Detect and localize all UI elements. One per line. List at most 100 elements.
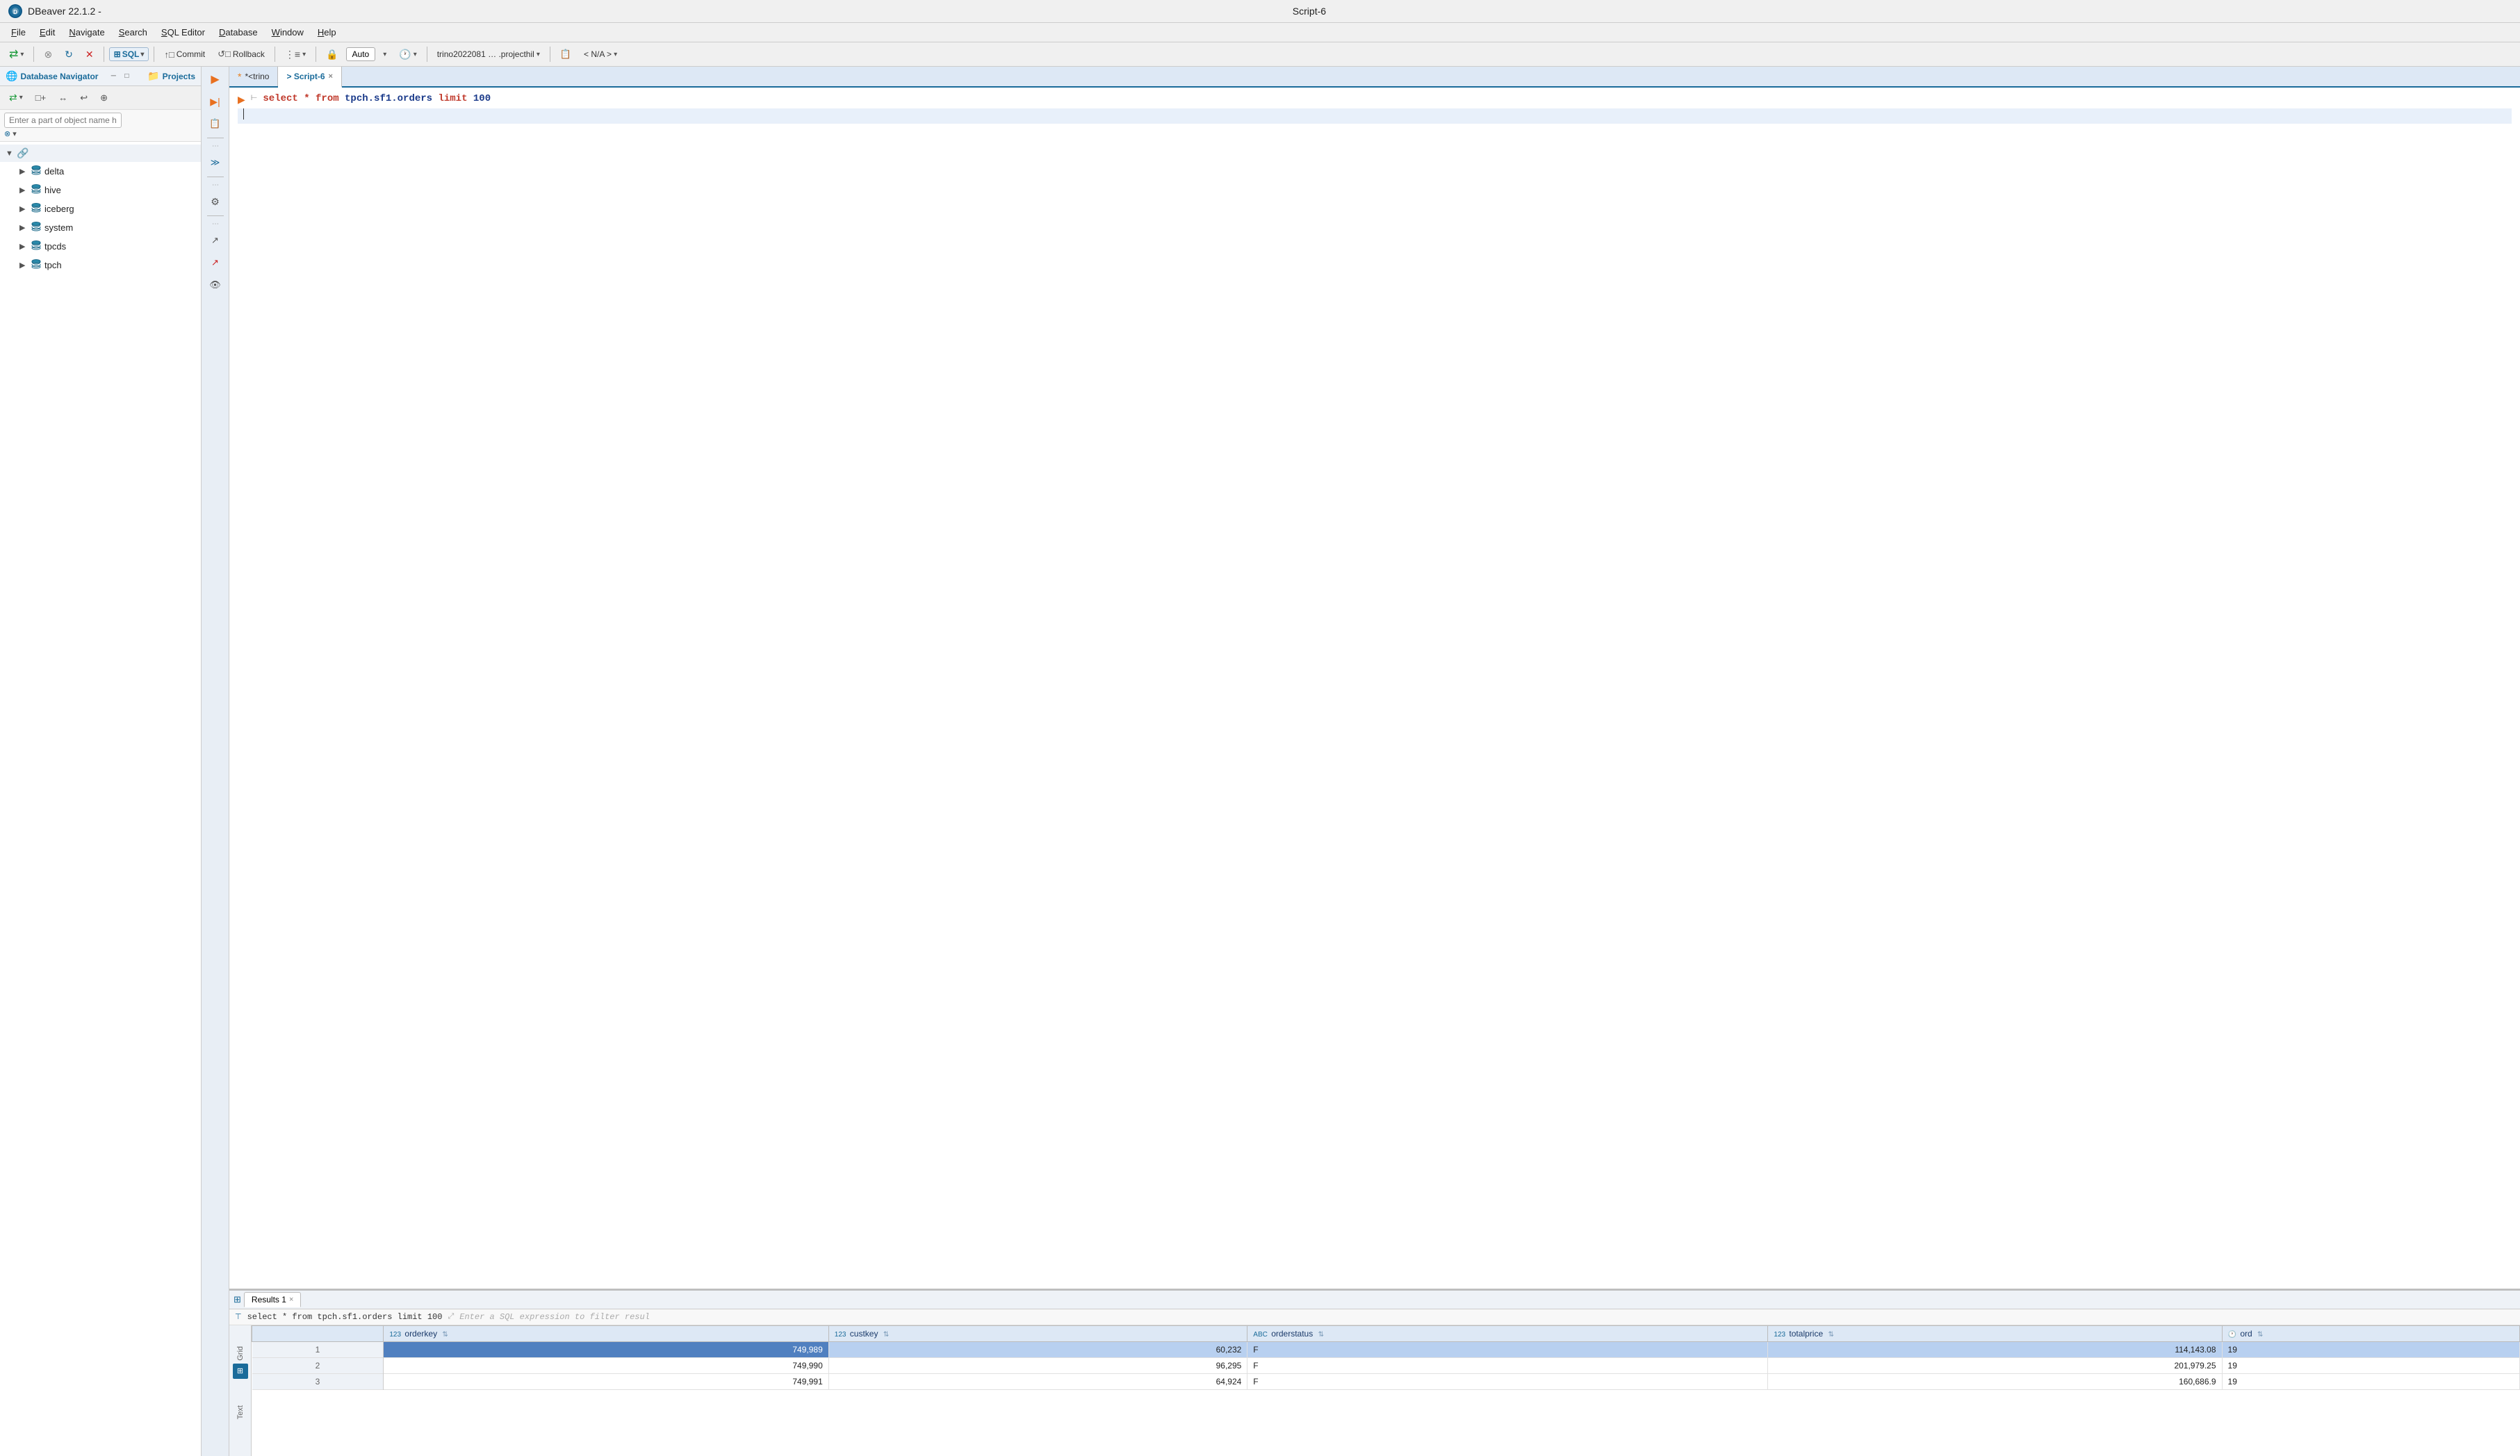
code-editor[interactable]: ▶ ⊢ select * from tpch.sf1.orders limit xyxy=(229,88,2520,1289)
table-row[interactable]: 1 749,989 60,232 F 114,143.08 19 xyxy=(252,1342,2520,1358)
export-button[interactable]: ↗ xyxy=(206,231,225,250)
settings-button[interactable]: ⚙ xyxy=(206,192,225,211)
tree-delta-expand[interactable]: ▶ xyxy=(19,167,28,176)
run-script-button[interactable]: ▶ xyxy=(206,69,225,89)
tree-tpcds-label: tpcds xyxy=(44,241,66,252)
schema-button[interactable]: 📋 xyxy=(555,46,576,63)
editor-main: * *<trino > Script-6 × ▶ ⊢ select xyxy=(229,67,2520,1456)
auto-button[interactable]: Auto xyxy=(346,47,376,61)
refresh-nav-icon: ⇄ xyxy=(9,92,17,104)
custkey-sort-icon[interactable]: ⇅ xyxy=(883,1331,889,1339)
stop-button[interactable]: ✕ xyxy=(81,46,99,63)
col-custkey[interactable]: 123 custkey ⇅ xyxy=(828,1326,1247,1342)
db-navigator-tab[interactable]: 🌐 Database Navigator xyxy=(6,70,98,82)
ord-sort-icon[interactable]: ⇅ xyxy=(2257,1331,2263,1339)
tree-root-icon: 🔗 xyxy=(17,147,28,159)
auto-dropdown[interactable]: ▾ xyxy=(378,48,391,61)
menu-sql-editor[interactable]: SQL Editor xyxy=(156,25,211,40)
import-button[interactable]: ↗ xyxy=(206,253,225,272)
history-button[interactable]: 🕐 ▾ xyxy=(394,46,421,63)
sql-button[interactable]: ⊞ SQL ▾ xyxy=(109,47,149,61)
tree-item-tpcds[interactable]: ▶ tpcds xyxy=(0,237,201,256)
col-ord[interactable]: 🕐 ord ⇅ xyxy=(2222,1326,2519,1342)
na-selector[interactable]: < N/A > ▾ xyxy=(579,47,622,62)
data-table[interactable]: 123 orderkey ⇅ 123 custkey ⇅ xyxy=(252,1325,2520,1456)
table-row[interactable]: 2 749,990 96,295 F 201,979.25 19 xyxy=(252,1358,2520,1374)
search-input[interactable] xyxy=(4,113,122,128)
results-tab-1[interactable]: Results 1 × xyxy=(244,1292,301,1307)
results-tab-close[interactable]: × xyxy=(289,1295,293,1304)
commit-button[interactable]: ↑□ Commit xyxy=(159,47,210,63)
tree-item-hive[interactable]: ▶ hive xyxy=(0,181,201,199)
filter-dropdown[interactable]: ▾ xyxy=(13,129,17,138)
tree-item-tpch[interactable]: ▶ tpch xyxy=(0,256,201,275)
rollback-button[interactable]: ↺□ Rollback xyxy=(213,46,270,63)
row-2-num: 2 xyxy=(252,1358,384,1374)
maximize-icon[interactable]: □ xyxy=(121,71,132,82)
tree-root-item[interactable]: ▼ 🔗 xyxy=(0,145,201,162)
row-3-totalprice: 160,686.9 xyxy=(1768,1374,2222,1390)
projects-icon: 📁 xyxy=(147,70,159,82)
col-totalprice[interactable]: 123 totalprice ⇅ xyxy=(1768,1326,2222,1342)
code-line-1: ▶ ⊢ select * from tpch.sf1.orders limit xyxy=(238,93,2512,108)
trino-tab[interactable]: * *<trino xyxy=(229,67,278,86)
menu-edit[interactable]: Edit xyxy=(34,25,60,40)
menu-database[interactable]: Database xyxy=(213,25,263,40)
menu-file[interactable]: File xyxy=(6,25,31,40)
format-dropdown-arrow[interactable]: ▾ xyxy=(302,51,306,58)
reconnect-button[interactable]: ↻ xyxy=(60,46,78,63)
refresh-nav-button[interactable]: ⇄ ▾ xyxy=(4,89,28,106)
tree-tpcds-expand[interactable]: ▶ xyxy=(19,242,28,251)
script-tab[interactable]: > Script-6 × xyxy=(278,67,341,88)
history-dropdown-arrow[interactable]: ▾ xyxy=(414,51,417,58)
projects-label: Projects xyxy=(163,72,195,81)
new-connection-button[interactable]: □+ xyxy=(31,90,51,106)
tree-item-iceberg[interactable]: ▶ iceberg xyxy=(0,199,201,218)
orderstatus-label: orderstatus xyxy=(1271,1329,1313,1339)
explain-button[interactable]: 📋 xyxy=(206,114,225,133)
orderstatus-type-icon: ABC xyxy=(1253,1331,1268,1339)
grid-icon-box[interactable]: ⊞ xyxy=(233,1364,248,1379)
orderkey-label: orderkey xyxy=(404,1329,437,1339)
orderstatus-sort-icon[interactable]: ⇅ xyxy=(1318,1331,1324,1339)
connect-button[interactable]: ⇄ ▾ xyxy=(4,44,28,64)
filter-placeholder[interactable]: Enter a SQL expression to filter resul xyxy=(459,1312,2514,1322)
tree-iceberg-expand[interactable]: ▶ xyxy=(19,204,28,213)
script-tab-close[interactable]: × xyxy=(329,72,333,81)
row-1-ord: 19 xyxy=(2222,1342,2519,1358)
connection-selector[interactable]: trino2022081 … .projecthil ▾ xyxy=(432,47,545,62)
menu-navigate[interactable]: Navigate xyxy=(63,25,110,40)
collapse-nav-button[interactable]: ↩ xyxy=(75,90,92,106)
tab-modified-indicator: * xyxy=(238,71,241,82)
tree-item-system[interactable]: ▶ system xyxy=(0,218,201,237)
sql-dropdown-arrow[interactable]: ▾ xyxy=(140,51,144,58)
totalprice-sort-icon[interactable]: ⇅ xyxy=(1828,1331,1833,1339)
tree-tpch-expand[interactable]: ▶ xyxy=(19,261,28,270)
sync-nav-button[interactable]: ⊕ xyxy=(95,90,113,106)
code-line-2 xyxy=(238,108,2512,124)
tree-system-expand[interactable]: ▶ xyxy=(19,223,28,232)
ord-label: ord xyxy=(2240,1329,2252,1339)
disconnect-button[interactable]: ⊗ xyxy=(39,46,57,63)
format-button[interactable]: ⋮≡ ▾ xyxy=(280,46,311,63)
expand-nav-button[interactable]: ↔ xyxy=(54,90,72,106)
lock-button[interactable]: 🔒 xyxy=(321,46,343,63)
col-orderkey[interactable]: 123 orderkey ⇅ xyxy=(384,1326,828,1342)
tree-item-delta[interactable]: ▶ delta xyxy=(0,162,201,181)
tree-root-expand[interactable]: ▼ xyxy=(6,149,14,158)
table-name: tpch.sf1.orders xyxy=(345,93,432,104)
projects-tab[interactable]: 📁 Projects xyxy=(147,70,195,82)
orderkey-sort-icon[interactable]: ⇅ xyxy=(442,1331,448,1339)
filter-icon[interactable]: ⊗ xyxy=(4,129,10,138)
run-statement-button[interactable]: ▶| xyxy=(206,92,225,111)
table-row[interactable]: 3 749,991 64,924 F 160,686.9 19 xyxy=(252,1374,2520,1390)
col-orderstatus[interactable]: ABC orderstatus ⇅ xyxy=(1247,1326,1768,1342)
tree-hive-expand[interactable]: ▶ xyxy=(19,186,28,195)
view-button[interactable]: 👁 xyxy=(206,275,225,295)
connect-dropdown-arrow[interactable]: ▾ xyxy=(20,51,24,58)
menu-window[interactable]: Window xyxy=(266,25,309,40)
menu-search[interactable]: Search xyxy=(113,25,153,40)
console-button[interactable]: ≫ xyxy=(206,153,225,172)
minimize-icon[interactable]: ─ xyxy=(108,71,119,82)
menu-help[interactable]: Help xyxy=(312,25,342,40)
